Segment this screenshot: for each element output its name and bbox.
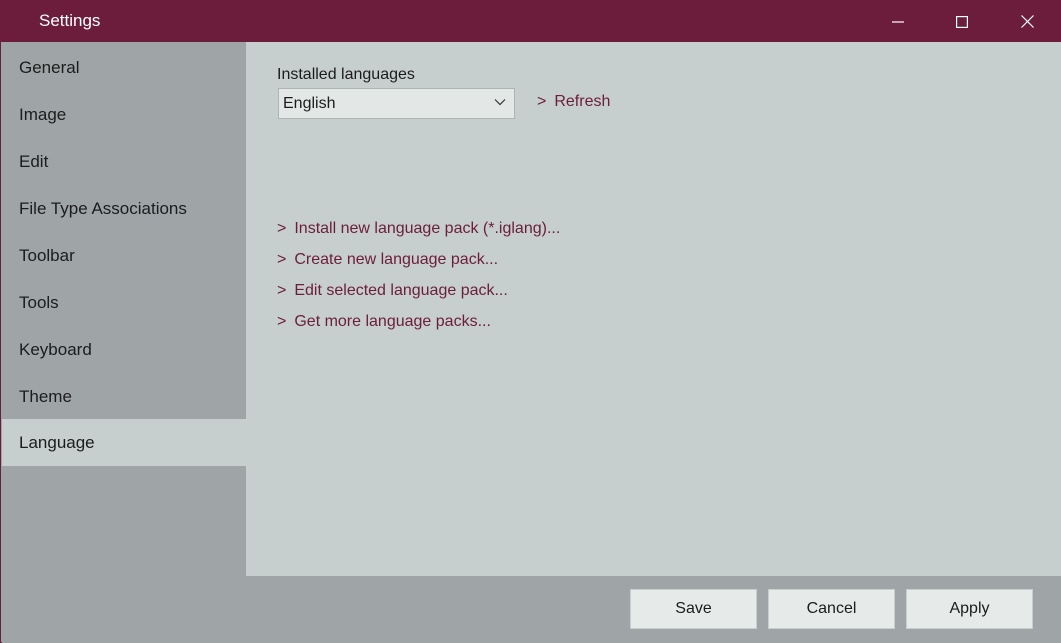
- link-label: Create new language pack...: [294, 251, 499, 268]
- sidebar-item-keyboard[interactable]: Keyboard: [2, 326, 246, 373]
- sidebar-item-label: Toolbar: [19, 245, 75, 265]
- settings-window: Settings General Image Edit File Type As…: [0, 0, 1061, 643]
- link-label: Edit selected language pack...: [294, 282, 508, 299]
- link-arrow: >: [537, 93, 547, 110]
- sidebar-item-file-type-associations[interactable]: File Type Associations: [2, 185, 246, 232]
- installed-languages-label: Installed languages: [277, 66, 415, 83]
- create-language-pack-link[interactable]: > Create new language pack...: [277, 251, 498, 269]
- window-title: Settings: [39, 11, 101, 30]
- chevron-down-icon: [494, 99, 506, 106]
- link-arrow: >: [277, 251, 287, 268]
- link-arrow: >: [277, 282, 287, 299]
- link-arrow: >: [277, 220, 287, 237]
- sidebar-item-general[interactable]: General: [2, 44, 246, 91]
- sidebar-item-tools[interactable]: Tools: [2, 279, 246, 326]
- sidebar-item-label: Language: [19, 432, 95, 452]
- refresh-label: Refresh: [554, 93, 611, 110]
- language-select[interactable]: English: [278, 88, 515, 119]
- settings-sidebar: General Image Edit File Type Association…: [2, 42, 246, 643]
- maximize-icon: [956, 15, 968, 28]
- sidebar-item-label: Image: [19, 104, 67, 124]
- edit-language-pack-link[interactable]: > Edit selected language pack...: [277, 282, 508, 300]
- close-icon: [1020, 15, 1034, 28]
- dialog-footer: Save Cancel Apply: [246, 576, 1061, 643]
- title-bar[interactable]: Settings: [1, 1, 1061, 42]
- sidebar-item-label: General: [19, 57, 80, 77]
- language-select-value: English: [283, 95, 336, 112]
- link-arrow: >: [277, 313, 287, 330]
- maximize-button[interactable]: [939, 1, 985, 42]
- get-more-language-packs-link[interactable]: > Get more language packs...: [277, 313, 491, 331]
- language-panel: Installed languages English > Refresh > In…: [246, 42, 1061, 576]
- sidebar-item-image[interactable]: Image: [2, 91, 246, 138]
- sidebar-item-label: Tools: [19, 292, 59, 312]
- sidebar-item-language[interactable]: Language: [2, 419, 246, 466]
- sidebar-item-toolbar[interactable]: Toolbar: [2, 232, 246, 279]
- sidebar-item-label: Theme: [19, 386, 72, 406]
- sidebar-item-edit[interactable]: Edit: [2, 138, 246, 185]
- link-label: Get more language packs...: [294, 313, 491, 330]
- install-language-pack-link[interactable]: > Install new language pack (*.iglang)...: [277, 220, 560, 238]
- apply-button[interactable]: Apply: [906, 589, 1033, 629]
- sidebar-item-label: Edit: [19, 151, 49, 171]
- sidebar-item-label: Keyboard: [19, 339, 92, 359]
- close-button[interactable]: [1004, 1, 1050, 42]
- sidebar-item-label: File Type Associations: [19, 198, 187, 218]
- minimize-icon: [892, 20, 904, 23]
- save-button[interactable]: Save: [630, 589, 757, 629]
- link-label: Install new language pack (*.iglang)...: [294, 220, 561, 237]
- sidebar-item-theme[interactable]: Theme: [2, 373, 246, 420]
- refresh-link[interactable]: > Refresh: [537, 93, 610, 111]
- minimize-button[interactable]: [875, 1, 921, 42]
- cancel-button[interactable]: Cancel: [768, 589, 895, 629]
